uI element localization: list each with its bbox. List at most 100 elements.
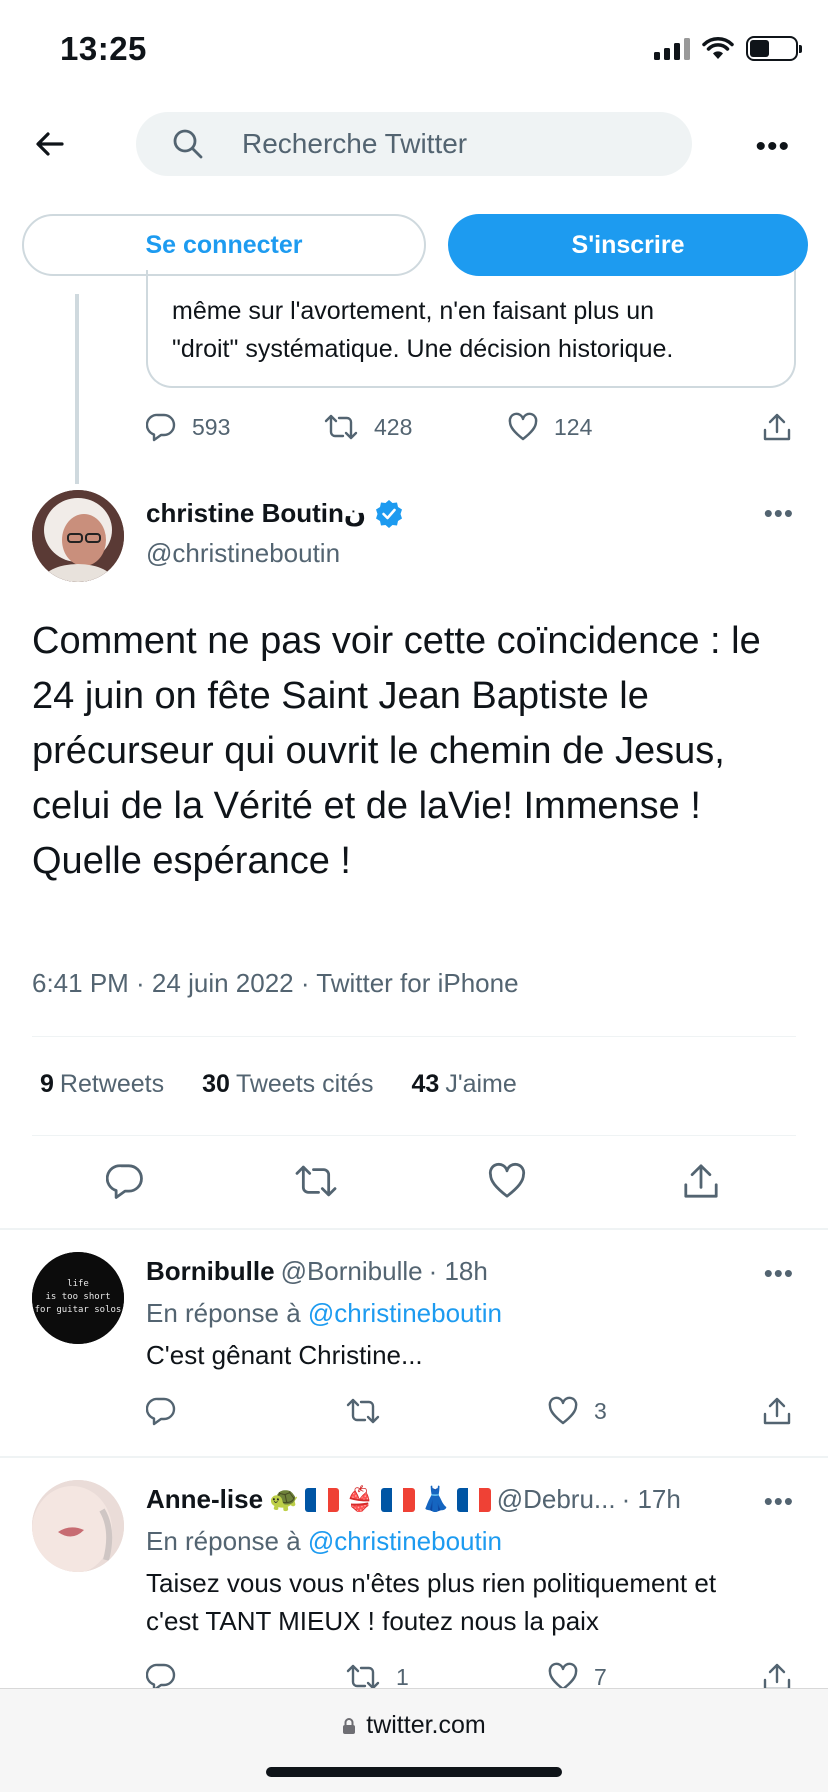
divider <box>0 1228 828 1230</box>
reply-author-name[interactable]: Bornibulle <box>146 1256 275 1287</box>
quoted-tweet-line: "droit" systématique. Une décision histo… <box>172 335 674 363</box>
search-bar[interactable] <box>136 112 692 176</box>
signup-button[interactable]: S'inscrire <box>448 214 808 276</box>
quoted-tweet-line: même sur l'avortement, n'en faisant plus… <box>172 297 655 325</box>
auth-buttons: Se connecter S'inscrire <box>22 214 808 276</box>
share-icon <box>763 413 791 441</box>
share-action[interactable] <box>762 1396 792 1426</box>
home-indicator[interactable] <box>266 1767 562 1777</box>
author-avatar[interactable] <box>32 490 124 582</box>
wifi-icon <box>702 36 734 59</box>
like-count: 7 <box>594 1663 607 1690</box>
quotes-stat-count: 30 <box>202 1070 230 1098</box>
share-icon <box>763 1397 791 1425</box>
retweets-stat[interactable]: 9 Retweets <box>40 1070 164 1099</box>
more-options-icon[interactable]: ••• <box>755 130 790 164</box>
author-name[interactable]: christine Boutinن <box>146 498 404 529</box>
url-display[interactable]: twitter.com <box>0 1711 828 1740</box>
retweet-icon[interactable] <box>294 1162 338 1200</box>
heart-icon[interactable] <box>488 1162 526 1200</box>
quotes-stat[interactable]: 30 Tweets cités <box>202 1070 373 1099</box>
like-action[interactable]: 3 <box>548 1396 607 1426</box>
heart-icon <box>508 412 538 441</box>
reply-to-prefix: En réponse à <box>146 1526 301 1556</box>
reply-text-line: Taisez vous vous n'êtes plus rien politi… <box>146 1568 717 1598</box>
like-action[interactable]: 124 <box>508 412 592 442</box>
reply-icon[interactable] <box>106 1162 144 1200</box>
france-flag-icon <box>456 1487 491 1512</box>
tweet-text: Comment ne pas voir cette coïncidence : … <box>32 620 761 882</box>
reply-author-name[interactable]: Anne-lise <box>146 1484 263 1515</box>
search-input[interactable] <box>242 112 662 176</box>
reply-count: 593 <box>192 413 231 440</box>
verified-badge-icon <box>376 499 403 528</box>
dress-emoji-icon: 👗 <box>420 1486 451 1513</box>
status-icons <box>654 36 802 61</box>
likes-stat[interactable]: 43 J'aime <box>412 1070 517 1099</box>
status-time: 13:25 <box>60 30 147 67</box>
main-tweet-actions <box>32 1162 796 1206</box>
retweet-action[interactable] <box>346 1396 380 1426</box>
svg-text:for guitar solos: for guitar solos <box>35 1305 122 1315</box>
france-flag-icon <box>380 1487 415 1512</box>
share-icon[interactable] <box>682 1162 720 1200</box>
retweets-stat-count: 9 <box>40 1070 54 1098</box>
reply-action[interactable]: 593 <box>146 412 230 442</box>
login-button[interactable]: Se connecter <box>22 214 426 276</box>
like-count: 3 <box>594 1397 607 1424</box>
svg-text:is too short: is too short <box>45 1292 110 1302</box>
quotes-stat-label: Tweets cités <box>235 1070 374 1098</box>
reply-author-handle[interactable]: @Bornibulle <box>281 1256 423 1287</box>
reply-more-icon[interactable]: ••• <box>764 1258 794 1289</box>
top-header: ••• <box>0 112 828 178</box>
reply-text-line: c'est TANT MIEUX ! foutez nous la paix <box>146 1606 599 1636</box>
lock-icon <box>343 1717 356 1734</box>
reply-mention-link[interactable]: @christineboutin <box>308 1298 502 1328</box>
quoted-tweet-card[interactable]: même sur l'avortement, n'en faisant plus… <box>146 270 796 388</box>
reply-author-handle[interactable]: @Debru... <box>497 1484 616 1515</box>
reply-more-icon[interactable]: ••• <box>764 1486 794 1517</box>
reply-icon <box>146 1397 176 1426</box>
turtle-emoji-icon: 🐢 <box>269 1486 299 1513</box>
heart-icon <box>548 1396 578 1425</box>
reply-time[interactable]: · 17h <box>622 1484 681 1515</box>
tweet-more-icon[interactable]: ••• <box>764 498 794 529</box>
reply-header: Bornibulle @Bornibulle · 18h <box>146 1256 488 1287</box>
signal-icon <box>654 37 690 60</box>
retweets-stat-label: Retweets <box>59 1070 165 1098</box>
author-handle[interactable]: @christineboutin <box>146 538 340 569</box>
reply-avatar[interactable] <box>32 1480 124 1572</box>
reply-icon <box>146 413 176 442</box>
likes-stat-count: 43 <box>411 1070 440 1098</box>
divider <box>0 1456 828 1458</box>
retweet-count: 428 <box>374 413 413 440</box>
url-text: twitter.com <box>366 1711 486 1739</box>
reply-avatar[interactable]: life is too short for guitar solos <box>32 1252 124 1344</box>
search-icon <box>173 129 203 159</box>
reply-header: Anne-lise 🐢 👙 👗 @Debru... · 17h <box>146 1484 681 1515</box>
reply-mention-link[interactable]: @christineboutin <box>308 1526 502 1556</box>
tweet-timestamp[interactable]: 6:41 PM · 24 juin 2022 · Twitter for iPh… <box>32 968 519 999</box>
retweet-icon <box>346 1398 380 1424</box>
reply-to-line: En réponse à @christineboutin <box>146 1298 502 1329</box>
reply-text: Taisez vous vous n'êtes plus rien politi… <box>146 1564 796 1640</box>
tweet-stats: 9 Retweets 30 Tweets cités 43 J'aime <box>40 1070 517 1099</box>
battery-icon <box>746 36 802 61</box>
likes-stat-label: J'aime <box>445 1070 517 1098</box>
parent-tweet-actions: 593 428 124 <box>146 412 796 452</box>
divider <box>32 1036 796 1037</box>
browser-address-bar[interactable]: twitter.com <box>0 1688 828 1792</box>
back-arrow-icon[interactable] <box>32 126 68 162</box>
share-action[interactable] <box>762 412 792 442</box>
divider <box>32 1135 796 1136</box>
bikini-emoji-icon: 👙 <box>344 1486 375 1513</box>
svg-text:life: life <box>67 1279 89 1289</box>
reply-to-line: En réponse à @christineboutin <box>146 1526 502 1557</box>
reply-action[interactable] <box>146 1396 176 1426</box>
reply-time[interactable]: · 18h <box>429 1256 488 1287</box>
reply-actions: 3 <box>146 1396 796 1436</box>
retweet-action[interactable]: 428 <box>324 412 412 442</box>
reply-text: C'est gênant Christine... <box>146 1340 423 1370</box>
like-count: 124 <box>554 413 593 440</box>
thread-connector-line <box>75 294 79 484</box>
